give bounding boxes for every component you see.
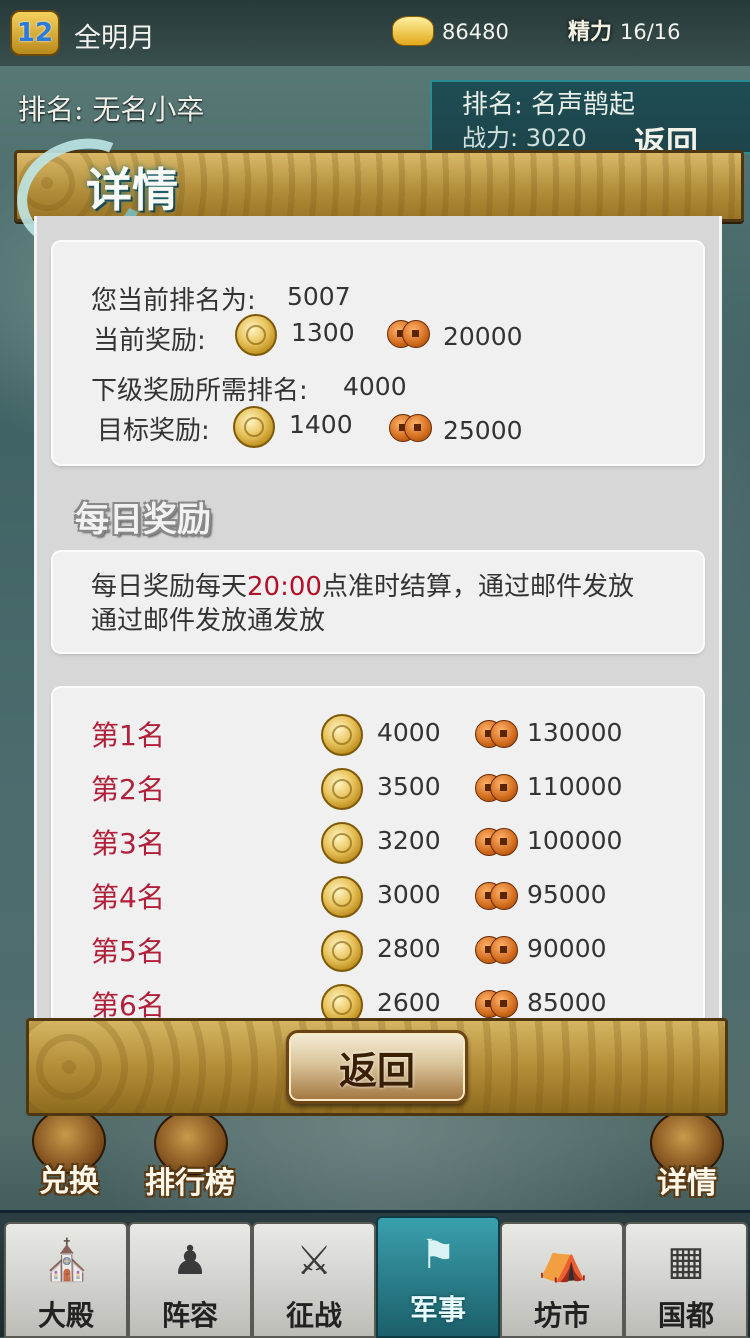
market-icon: ⛺ (538, 1238, 588, 1284)
next-rank-value: 4000 (343, 372, 407, 401)
tab-campaign[interactable]: ⚔ 征战 (252, 1222, 376, 1338)
tab-label: 坊市 (533, 1299, 590, 1332)
gold-coin-icon (321, 768, 363, 810)
reward-rank: 第5名 (91, 935, 165, 968)
dialog-title-text: 详情 (86, 163, 178, 217)
current-rank-value: 5007 (287, 282, 351, 311)
settlement-time: 20:00 (247, 572, 322, 602)
gold-value: 86480 (442, 20, 509, 44)
current-reward-label: 当前奖励: (93, 326, 206, 356)
gold-coin-icon (235, 314, 277, 356)
player-name: 全明月 (74, 23, 155, 54)
dialog-body: 您当前排名为: 5007 当前奖励: 1300 20000 下级奖励所需排名: … (34, 216, 722, 1018)
reward-rank: 第1名 (91, 719, 165, 752)
reward-copper: 95000 (527, 880, 607, 909)
reward-gold: 2600 (377, 988, 441, 1017)
palace-icon: ⛪ (42, 1238, 92, 1284)
city-grid-icon: ▦ (667, 1238, 705, 1284)
reward-gold: 3500 (377, 772, 441, 801)
gold-coin-icon (321, 930, 363, 972)
level-badge: 12 (10, 10, 60, 56)
gold-coin-icon (233, 406, 275, 448)
tab-label: 军事 (409, 1293, 466, 1326)
leaderboard-label: 排行榜 (145, 1166, 235, 1201)
reward-row: 第2名 3500 110000 (53, 768, 703, 822)
opponent-rank-title: 排名: 名声鹊起 (462, 90, 636, 120)
tab-label: 大殿 (37, 1299, 94, 1332)
reward-rank: 第3名 (91, 827, 165, 860)
current-reward-gold: 1300 (291, 318, 355, 347)
exchange-label: 兑换 (39, 1164, 99, 1199)
daily-reward-note-card: 每日奖励每天20:00点准时结算，通过邮件发放 通过邮件发放通发放 (53, 552, 703, 652)
reward-gold: 3200 (377, 826, 441, 855)
tab-capital[interactable]: ▦ 国都 (624, 1222, 748, 1338)
copper-coins-icon (389, 414, 432, 442)
next-rank-label: 下级奖励所需排名: (91, 376, 308, 406)
reward-copper: 100000 (527, 826, 623, 855)
reward-row: 第3名 3200 100000 (53, 822, 703, 876)
tab-military[interactable]: ⚑ 军事 (376, 1216, 500, 1338)
copper-coins-icon (475, 882, 518, 910)
tab-label: 阵容 (161, 1299, 218, 1332)
reward-list-card: 第1名 4000 130000 第2名 3500 110000 第3名 3200… (53, 688, 703, 1018)
gold-coin-icon (321, 984, 363, 1018)
warrior-icon: ♟ (172, 1238, 208, 1284)
reward-row: 第5名 2800 90000 (53, 930, 703, 984)
reward-copper: 110000 (527, 772, 623, 801)
reward-copper: 85000 (527, 988, 607, 1017)
tab-label: 国都 (657, 1299, 714, 1332)
reward-gold: 3000 (377, 880, 441, 909)
stamina-icon: 精力 (568, 19, 613, 45)
reward-rank: 第2名 (91, 773, 165, 806)
copper-coins-icon (475, 828, 518, 856)
target-reward-label: 目标奖励: (97, 416, 210, 446)
current-rank-label: 您当前排名为: (91, 286, 256, 316)
current-rank-card: 您当前排名为: 5007 当前奖励: 1300 20000 下级奖励所需排名: … (53, 242, 703, 464)
reward-copper: 90000 (527, 934, 607, 963)
reward-copper: 130000 (527, 718, 623, 747)
copper-coins-icon (475, 774, 518, 802)
exchange-button[interactable]: 兑换 (14, 1108, 124, 1208)
tab-market[interactable]: ⛺ 坊市 (500, 1222, 624, 1338)
opponent-power: 战力: 3020 (462, 124, 587, 152)
flag-icon: ⚑ (420, 1232, 456, 1278)
copper-coins-icon (475, 990, 518, 1018)
tab-palace[interactable]: ⛪ 大殿 (4, 1222, 128, 1338)
reward-row: 第6名 2600 85000 (53, 984, 703, 1018)
target-reward-copper: 25000 (443, 416, 523, 445)
daily-reward-note-line1: 每日奖励每天20:00点准时结算，通过邮件发放 (91, 572, 634, 602)
reward-rank: 第4名 (91, 881, 165, 914)
gold-coin-icon (321, 822, 363, 864)
gold-coin-icon (321, 876, 363, 918)
tab-lineup[interactable]: ♟ 阵容 (128, 1222, 252, 1338)
gold-ingot-icon (392, 16, 434, 46)
copper-coins-icon (475, 936, 518, 964)
daily-reward-note-line2: 通过邮件发放通发放 (91, 606, 326, 636)
leaderboard-button[interactable]: 排行榜 (130, 1110, 250, 1210)
crossed-swords-icon: ⚔ (296, 1238, 332, 1284)
reward-gold: 2800 (377, 934, 441, 963)
reward-row: 第1名 4000 130000 (53, 714, 703, 768)
daily-reward-title: 每日奖励 (75, 500, 211, 540)
reward-row: 第4名 3000 95000 (53, 876, 703, 930)
gold-coin-icon (321, 714, 363, 756)
target-reward-gold: 1400 (289, 410, 353, 439)
copper-coins-icon (387, 320, 430, 348)
tab-label: 征战 (285, 1299, 342, 1332)
reward-rank: 第6名 (91, 989, 165, 1018)
copper-coins-icon (475, 720, 518, 748)
reward-gold: 4000 (377, 718, 441, 747)
dialog-title: 详情 (1, 121, 206, 267)
return-button[interactable]: 返回 (286, 1030, 468, 1104)
details-scene-label: 详情 (657, 1166, 717, 1201)
my-rank-title: 排名: 无名小卒 (18, 93, 205, 126)
stamina-value: 16/16 (620, 20, 681, 44)
current-reward-copper: 20000 (443, 322, 523, 351)
details-scene-button[interactable]: 详情 (632, 1110, 742, 1210)
